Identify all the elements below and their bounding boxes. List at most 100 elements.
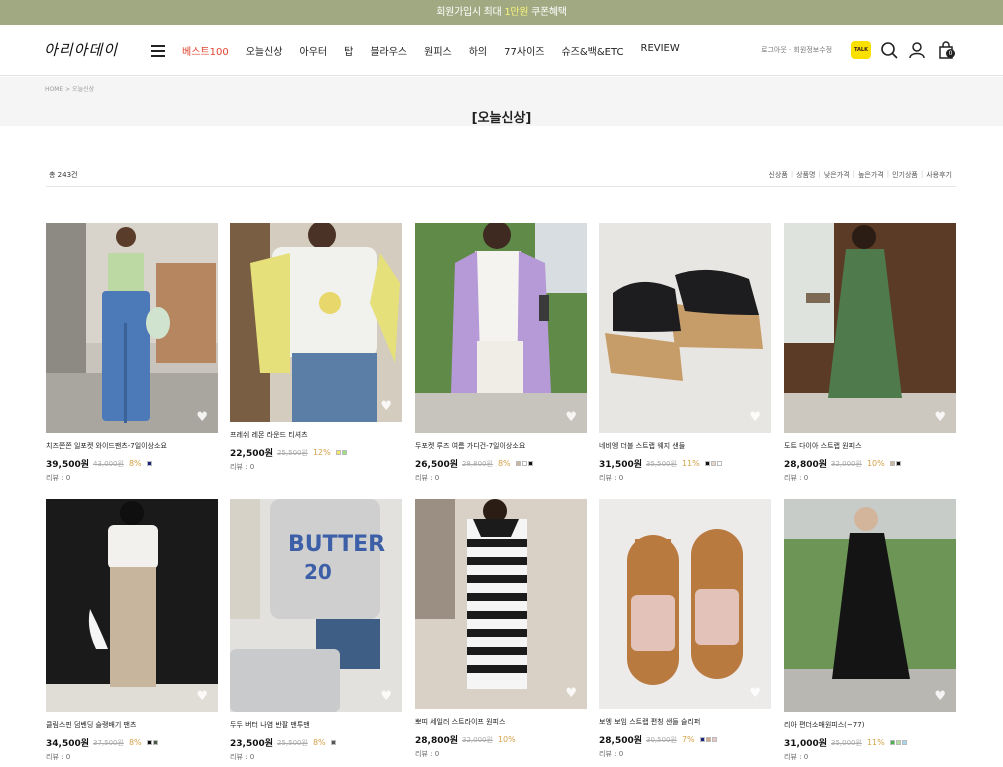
product-image[interactable]: BUTTER 20 ♥ <box>230 499 402 712</box>
nav-item-outer[interactable]: 아우터 <box>300 43 328 58</box>
nav-item-blouse[interactable]: 블라우스 <box>370 43 407 58</box>
product-price: 28,800원 <box>415 736 459 746</box>
sort-options: 신상품 | 상품명 | 낮은가격 | 높은가격 | 인기상품 | 사용후기 <box>768 170 952 180</box>
sort-low-price[interactable]: 낮은가격 <box>824 170 850 180</box>
review-count: 리뷰 : 0 <box>599 750 624 758</box>
product-card[interactable]: ♥ 리아 편더소매원피스(~77) 31,000원 35,000원 11% 리뷰… <box>784 499 956 762</box>
page-title: [오늘신상] <box>471 111 532 126</box>
product-name[interactable]: 두두 버터 나염 반팔 맨투맨 <box>230 720 402 730</box>
color-swatch <box>330 739 336 745</box>
product-image[interactable]: ♥ <box>415 223 587 433</box>
product-image[interactable]: ♥ <box>230 223 402 422</box>
user-icon[interactable] <box>907 40 927 60</box>
review-count: 리뷰 : 0 <box>784 474 809 482</box>
product-card[interactable]: ♥ 네비엥 더블 스트랩 웨지 샌들 31,500원 35,500원 11% 리… <box>599 223 771 483</box>
site-logo[interactable]: 아리아데이 <box>44 39 118 60</box>
color-swatch <box>335 449 341 455</box>
search-icon[interactable] <box>879 40 899 60</box>
product-card[interactable]: ♥ 두포켓 루즈 여름 가디건-7일이상소요 26,500원 28,800원 8… <box>415 223 587 483</box>
color-swatch <box>521 460 527 466</box>
cart-count-badge: 0 <box>946 49 955 58</box>
menu-icon[interactable] <box>151 45 165 57</box>
review-count: 리뷰 : 0 <box>46 753 71 761</box>
product-image[interactable]: ♥ <box>46 223 218 433</box>
wishlist-heart-icon[interactable]: ♥ <box>380 399 392 414</box>
color-swatch <box>341 449 347 455</box>
wishlist-heart-icon[interactable]: ♥ <box>380 689 392 704</box>
product-price: 31,500원 <box>599 460 643 470</box>
nav-item-review[interactable]: REVIEW <box>641 43 680 58</box>
product-image[interactable]: ♥ <box>784 223 956 433</box>
nav-item-best100[interactable]: 베스트100 <box>182 43 229 58</box>
product-image[interactable]: ♥ <box>784 499 956 712</box>
nav-item-shoes-bag[interactable]: 슈즈&백&ETC <box>561 43 623 58</box>
product-image[interactable]: ♥ <box>415 499 587 709</box>
color-swatches <box>146 459 153 469</box>
original-price: 25,500원 <box>277 448 308 457</box>
sort-popular[interactable]: 인기상품 <box>892 170 918 180</box>
sort-new[interactable]: 신상품 <box>768 170 787 180</box>
sort-name[interactable]: 상품명 <box>796 170 815 180</box>
review-count: 리뷰 : 0 <box>230 753 255 761</box>
product-image[interactable]: ♥ <box>599 223 771 433</box>
product-name[interactable]: 프레쉬 레몬 라운드 티셔츠 <box>230 430 402 440</box>
account-links[interactable]: 로그아웃 · 회원정보수정 <box>761 45 832 55</box>
product-card[interactable]: ♥ 보엥 보임 스트랩 편칭 샌들 슬리퍼 28,500원 30,500원 7%… <box>599 499 771 759</box>
review-count: 리뷰 : 0 <box>599 474 624 482</box>
nav-item-top[interactable]: 탑 <box>344 43 353 58</box>
discount-rate: 10% <box>497 735 516 744</box>
product-card[interactable]: ♥ 치즈쫀쫀 일포켓 와이드팬츠-7일이상소요 39,500원 43,000원 … <box>46 223 218 483</box>
original-price: 43,000원 <box>93 459 124 468</box>
original-price: 30,500원 <box>646 735 677 744</box>
product-name[interactable]: 클림스핀 덤벤딩 슬랭배기 팬츠 <box>46 720 218 730</box>
product-price: 28,800원 <box>784 460 828 470</box>
color-swatch <box>711 736 717 742</box>
breadcrumb[interactable]: HOME > 오늘신상 <box>45 84 94 93</box>
review-count: 리뷰 : 0 <box>46 474 71 482</box>
product-name[interactable]: 치즈쫀쫀 일포켓 와이드팬츠-7일이상소요 <box>46 441 218 451</box>
product-card[interactable]: ♥ 클림스핀 덤벤딩 슬랭배기 팬츠 34,500원 37,500원 8% 리뷰… <box>46 499 218 762</box>
nav-item-onepiece[interactable]: 원피스 <box>424 43 452 58</box>
product-name[interactable]: 뽀띠 세일러 스트라이프 원피스 <box>415 717 587 727</box>
product-price: 31,000원 <box>784 739 828 749</box>
wishlist-heart-icon[interactable]: ♥ <box>934 689 946 704</box>
promo-banner[interactable]: 회원가입시 최대 1만원 쿠폰혜택 <box>0 0 1003 25</box>
wishlist-heart-icon[interactable]: ♥ <box>565 686 577 701</box>
color-swatches <box>330 738 337 748</box>
wishlist-heart-icon[interactable]: ♥ <box>196 689 208 704</box>
product-name[interactable]: 네비엥 더블 스트랩 웨지 샌들 <box>599 441 771 451</box>
site-header: 아리아데이 베스트100 오늘신상 아우터 탑 블라우스 원피스 하의 77사이… <box>0 25 1003 76</box>
nav-item-new-today[interactable]: 오늘신상 <box>246 43 283 58</box>
discount-rate: 11% <box>681 459 700 468</box>
original-price: 25,500원 <box>277 738 308 747</box>
wishlist-heart-icon[interactable]: ♥ <box>196 410 208 425</box>
product-price: 39,500원 <box>46 460 90 470</box>
wishlist-heart-icon[interactable]: ♥ <box>565 410 577 425</box>
sort-review[interactable]: 사용후기 <box>926 170 952 180</box>
main-nav: 베스트100 오늘신상 아우터 탑 블라우스 원피스 하의 77사이즈 슈즈&백… <box>182 43 697 58</box>
nav-item-77size[interactable]: 77사이즈 <box>504 43 544 58</box>
product-name[interactable]: 리아 편더소매원피스(~77) <box>784 720 956 730</box>
product-card[interactable]: ♥ 뽀띠 세일러 스트라이프 원피스 28,800원 32,000원 10% 리… <box>415 499 587 759</box>
product-card[interactable]: BUTTER 20 ♥ 두두 버터 나염 반팔 맨투맨 23,500원 25,5… <box>230 499 402 762</box>
product-card[interactable]: ♥ 프레쉬 레몬 라운드 티셔츠 22,500원 25,500원 12% 리뷰 … <box>230 223 402 472</box>
product-name[interactable]: 보엥 보임 스트랩 편칭 샌들 슬리퍼 <box>599 717 771 727</box>
wishlist-heart-icon[interactable]: ♥ <box>934 410 946 425</box>
product-name[interactable]: 도트 다이아 스트랩 원피스 <box>784 441 956 451</box>
product-price: 28,500원 <box>599 736 643 746</box>
discount-rate: 7% <box>681 735 695 744</box>
discount-rate: 8% <box>128 459 142 468</box>
color-swatch <box>889 739 895 745</box>
product-image[interactable]: ♥ <box>46 499 218 712</box>
sort-high-price[interactable]: 높은가격 <box>858 170 884 180</box>
nav-item-bottom[interactable]: 하의 <box>469 43 487 58</box>
product-image[interactable]: ♥ <box>599 499 771 709</box>
color-swatches <box>515 459 534 469</box>
original-price: 35,000원 <box>831 738 862 747</box>
wishlist-heart-icon[interactable]: ♥ <box>749 686 761 701</box>
discount-rate: 11% <box>866 738 885 747</box>
kakao-talk-icon[interactable]: TALK <box>851 41 871 59</box>
product-name[interactable]: 두포켓 루즈 여름 가디건-7일이상소요 <box>415 441 587 451</box>
product-card[interactable]: ♥ 도트 다이아 스트랩 원피스 28,800원 32,000원 10% 리뷰 … <box>784 223 956 483</box>
wishlist-heart-icon[interactable]: ♥ <box>749 410 761 425</box>
